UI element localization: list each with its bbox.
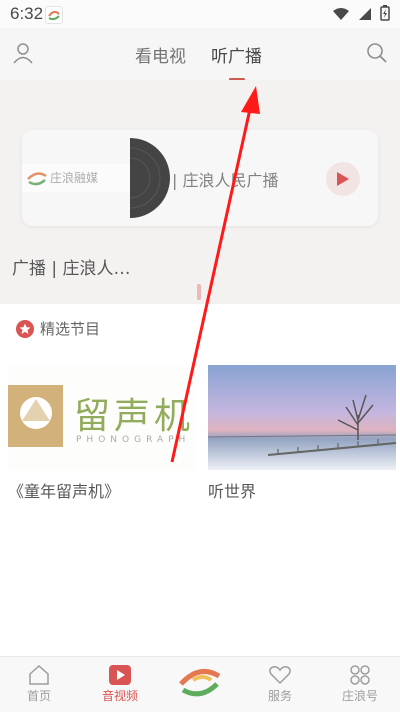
nav-label: 庄浪号 <box>341 689 378 703</box>
nav-item-zhuanglang[interactable]: 庄浪号 <box>330 663 390 704</box>
program-title: 《童年留声机》 <box>8 482 121 501</box>
nav-label: 服务 <box>267 689 292 703</box>
grid-icon <box>330 663 390 687</box>
bottom-tab-bar: 首页 音视频 服务 庄浪号 <box>0 656 400 712</box>
program-card-listen-world[interactable]: 听世界 <box>208 365 396 502</box>
nav-label: 音视频 <box>101 689 138 703</box>
vinyl-record-icon <box>100 138 172 218</box>
carousel-indicator <box>197 284 201 300</box>
thumb-title: 留声机 <box>74 396 195 437</box>
status-time: 6:32 <box>10 4 44 23</box>
nav-item-media[interactable]: 音视频 <box>90 663 150 704</box>
tab-listen-radio[interactable]: 听广播 <box>211 42 262 67</box>
tab-watch-tv[interactable]: 看电视 <box>135 42 186 67</box>
home-icon <box>9 663 69 687</box>
radio-card-title: | 庄浪人民广播 <box>172 171 279 190</box>
station-logo-text: 庄浪融媒 <box>50 171 99 185</box>
top-header: 看电视 听广播 <box>0 28 400 81</box>
wifi-icon <box>332 6 350 25</box>
program-title: 听世界 <box>208 482 257 501</box>
video-play-icon <box>90 663 150 687</box>
heart-icon <box>250 663 310 687</box>
nav-item-service[interactable]: 服务 <box>250 663 310 704</box>
search-icon[interactable] <box>366 42 388 68</box>
program-card-phonograph[interactable]: 留声机 PHONOGRAPH 《童年留声机》 <box>8 365 196 502</box>
nav-item-home[interactable]: 首页 <box>9 663 69 704</box>
nav-label: 首页 <box>26 689 51 703</box>
station-name[interactable]: 广播 | 庄浪人… <box>12 254 131 279</box>
program-thumbnail <box>208 365 396 470</box>
radio-panel: 庄浪融媒 | 庄浪人民广播 广播 | 庄浪人… <box>0 80 400 304</box>
featured-section-header: 精选节目 <box>16 318 100 339</box>
signal-icon <box>358 6 372 25</box>
radio-player-card[interactable]: 庄浪融媒 | 庄浪人民广播 <box>22 130 378 226</box>
status-bar: 6:32 <box>0 0 400 28</box>
battery-icon <box>380 5 390 25</box>
nav-item-center[interactable] <box>170 657 230 705</box>
thumb-subtitle: PHONOGRAPH <box>76 435 191 445</box>
star-icon <box>16 319 34 338</box>
section-title: 精选节目 <box>40 320 101 338</box>
program-thumbnail: 留声机 PHONOGRAPH <box>8 365 196 470</box>
app-notification-icon <box>45 6 63 24</box>
play-button[interactable] <box>326 162 360 196</box>
center-logo-icon <box>170 657 230 705</box>
user-icon[interactable] <box>12 42 34 68</box>
